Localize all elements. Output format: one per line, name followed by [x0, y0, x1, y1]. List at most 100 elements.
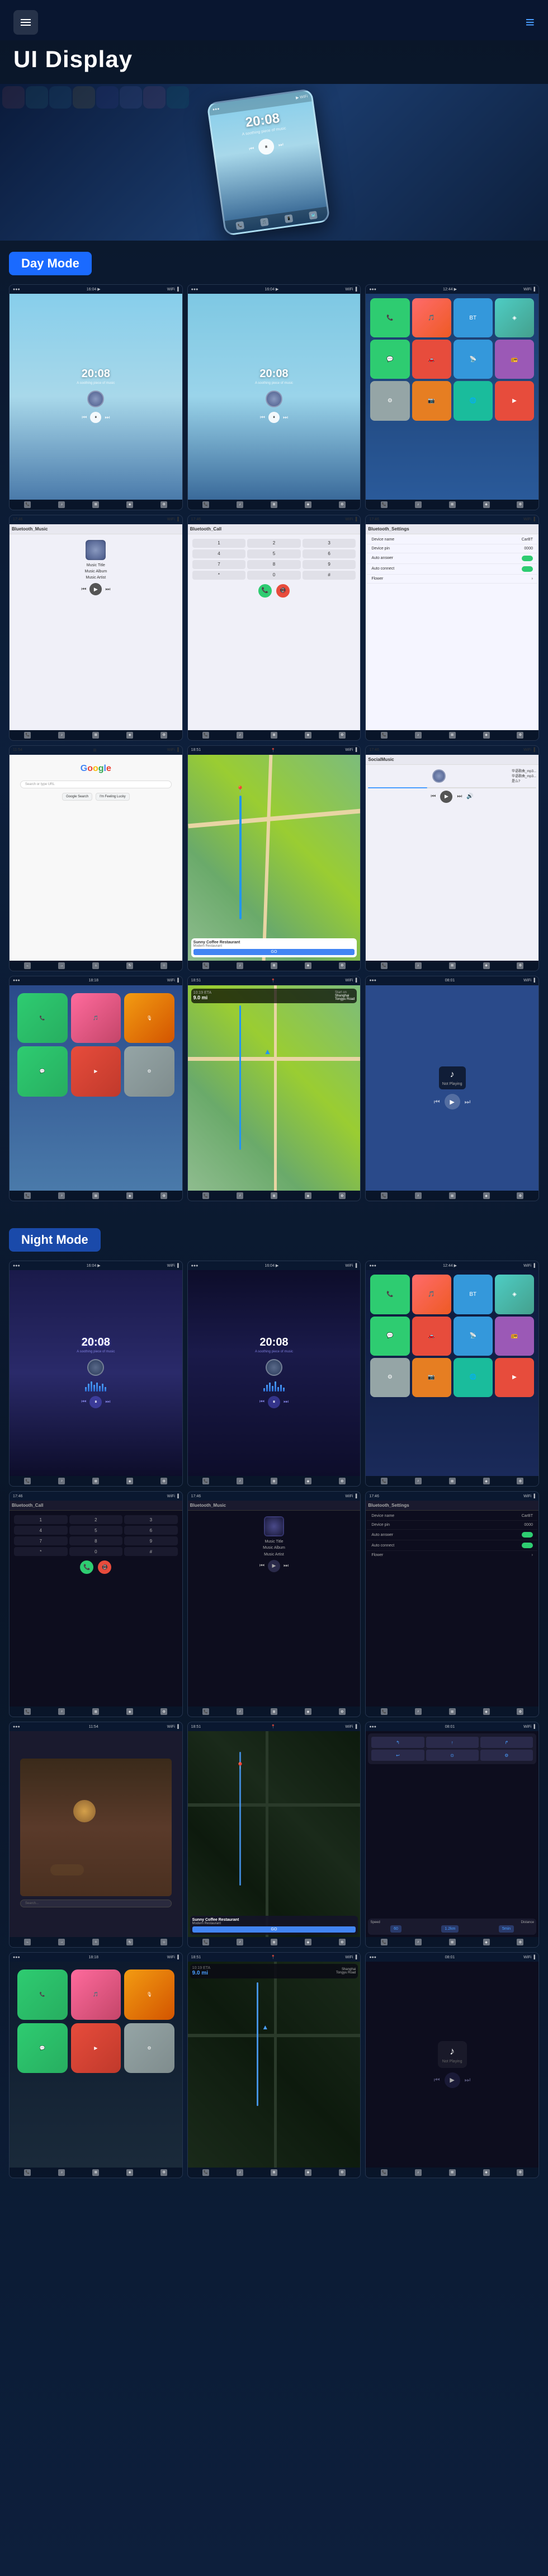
- nav-music-icon[interactable]: ♪: [58, 1192, 65, 1199]
- nav-settings-icon[interactable]: ⚙: [160, 1478, 167, 1484]
- nav-app-icon[interactable]: ⊞: [92, 732, 99, 739]
- nav-map-icon[interactable]: ◈: [305, 1192, 311, 1199]
- key-hash[interactable]: #: [124, 1547, 178, 1556]
- play-pause-btn[interactable]: ⏸: [89, 1396, 102, 1408]
- settings-nav[interactable]: ⚙: [480, 1750, 533, 1761]
- app-messages[interactable]: 💬: [370, 1317, 409, 1356]
- nav-app-icon[interactable]: ⊞: [449, 732, 456, 739]
- nav-phone-icon[interactable]: 📞: [381, 501, 388, 508]
- key-star[interactable]: *: [14, 1547, 68, 1556]
- bt-next-btn[interactable]: ⏭: [105, 586, 110, 593]
- cp-music[interactable]: 🎵: [71, 993, 121, 1043]
- app-bluetooth[interactable]: BT: [453, 298, 493, 337]
- prev-btn[interactable]: ⏮: [82, 415, 87, 421]
- nav-app-icon[interactable]: ⊞: [449, 1708, 456, 1715]
- nav-settings-icon[interactable]: ⚙: [160, 2169, 167, 2176]
- nav-music-icon[interactable]: ♪: [415, 501, 422, 508]
- nav-settings-icon[interactable]: ⚙: [339, 501, 346, 508]
- nav-settings-icon[interactable]: ⚙: [160, 732, 167, 739]
- bt-play-btn[interactable]: ▶: [268, 1560, 280, 1572]
- nav-map-icon[interactable]: ◈: [126, 1478, 133, 1484]
- nav-map-icon[interactable]: ◈: [126, 1192, 133, 1199]
- app-item12[interactable]: ▶: [495, 1358, 534, 1397]
- key-8[interactable]: 8: [247, 560, 301, 569]
- cp-podcasts[interactable]: 🎙: [124, 993, 174, 1043]
- nav-forward-icon[interactable]: →: [58, 962, 65, 969]
- go-button[interactable]: GO: [193, 949, 355, 955]
- nav-phone-icon[interactable]: 📞: [381, 732, 388, 739]
- nav-phone-icon[interactable]: 📞: [381, 1192, 388, 1199]
- nav-phone-icon[interactable]: 📞: [381, 962, 388, 969]
- app-item11[interactable]: 🌐: [453, 381, 493, 420]
- nav-settings-icon[interactable]: ⚙: [339, 1708, 346, 1715]
- app-music[interactable]: 🎵: [412, 1275, 451, 1314]
- call-btn[interactable]: 📞: [258, 584, 272, 598]
- nav-app-icon[interactable]: ⊞: [271, 732, 277, 739]
- nav-phone-icon[interactable]: 📞: [381, 1939, 388, 1945]
- nav-music-icon[interactable]: ♪: [237, 962, 243, 969]
- nav-music-icon[interactable]: ♪: [415, 1708, 422, 1715]
- nav-map-icon[interactable]: ◈: [126, 732, 133, 739]
- cp-youtube[interactable]: ▶: [71, 1046, 121, 1097]
- app-item7[interactable]: 📡: [453, 340, 493, 379]
- end-call-btn[interactable]: 📵: [276, 584, 290, 598]
- auto-connect-toggle[interactable]: [522, 566, 533, 572]
- nav-music-icon[interactable]: ♪: [58, 732, 65, 739]
- key-2[interactable]: 2: [69, 1515, 123, 1524]
- nav-forward-icon[interactable]: →: [58, 1939, 65, 1945]
- app-phone[interactable]: 📞: [370, 1275, 409, 1314]
- nav-settings-icon[interactable]: ⚙: [517, 1939, 523, 1945]
- key-hash[interactable]: #: [303, 571, 356, 580]
- search-bar-night[interactable]: Search...: [20, 1900, 172, 1907]
- nav-settings-icon[interactable]: ⚙: [339, 1478, 346, 1484]
- nav-settings-icon[interactable]: ⚙: [517, 1192, 523, 1199]
- key-9[interactable]: 9: [303, 560, 356, 569]
- play-pause-btn[interactable]: ⏸: [268, 412, 280, 423]
- nav-map-icon[interactable]: ◈: [483, 732, 490, 739]
- key-2[interactable]: 2: [247, 539, 301, 548]
- nav-app-icon[interactable]: ⊞: [449, 1192, 456, 1199]
- app-phone[interactable]: 📞: [370, 298, 409, 337]
- nav-settings-icon[interactable]: ⚙: [517, 962, 523, 969]
- nav-app-icon[interactable]: ⊞: [449, 2169, 456, 2176]
- nav-music-icon[interactable]: ♪: [237, 1478, 243, 1484]
- nav-phone-icon[interactable]: 📞: [24, 501, 31, 508]
- nav-lines-icon[interactable]: ≡: [526, 13, 535, 31]
- nav-map-icon[interactable]: ◈: [305, 732, 311, 739]
- app-item10[interactable]: 📷: [412, 1358, 451, 1397]
- nav-settings-icon[interactable]: ⚙: [517, 501, 523, 508]
- key-8[interactable]: 8: [69, 1536, 123, 1545]
- app-settings[interactable]: ⚙: [370, 381, 409, 420]
- nav-back-icon[interactable]: ←: [24, 962, 31, 969]
- nav-music-icon[interactable]: ♪: [58, 1478, 65, 1484]
- nav-music-icon[interactable]: ♪: [58, 501, 65, 508]
- app-bluetooth[interactable]: BT: [453, 1275, 493, 1314]
- nav-map-icon[interactable]: ◈: [305, 962, 311, 969]
- nav-settings-icon[interactable]: ⚙: [160, 1192, 167, 1199]
- app-item12[interactable]: ▶: [495, 381, 534, 420]
- nav-settings-icon[interactable]: ⚙: [339, 962, 346, 969]
- key-0[interactable]: 0: [69, 1547, 123, 1556]
- nav-phone-icon[interactable]: 📞: [24, 1192, 31, 1199]
- next-btn[interactable]: ⏭: [284, 1399, 289, 1405]
- cp-messages[interactable]: 💬: [17, 1046, 68, 1097]
- auto-answer-toggle-night[interactable]: [522, 1532, 533, 1538]
- key-4[interactable]: 4: [192, 549, 246, 558]
- nav-phone-icon[interactable]: 📞: [24, 2169, 31, 2176]
- nav-map-icon[interactable]: ◈: [126, 501, 133, 508]
- nav-app-icon[interactable]: ⊞: [271, 2169, 277, 2176]
- key-1[interactable]: 1: [192, 539, 246, 548]
- nav-app-icon[interactable]: ⊞: [449, 962, 456, 969]
- nav-map-icon[interactable]: ◈: [305, 1708, 311, 1715]
- ncp-settings[interactable]: ⚙: [124, 2023, 174, 2074]
- prev-btn[interactable]: ⏮: [260, 415, 265, 421]
- end-call-btn[interactable]: 📵: [98, 1560, 111, 1574]
- nav-music-icon[interactable]: ♪: [237, 501, 243, 508]
- next-btn[interactable]: ⏭: [105, 1399, 110, 1405]
- nav-home-icon[interactable]: ⌂: [92, 1939, 99, 1945]
- nav-phone-icon[interactable]: 📞: [202, 1192, 209, 1199]
- nav-settings-icon[interactable]: ⚙: [339, 732, 346, 739]
- nav-refresh-icon[interactable]: ↻: [126, 1939, 133, 1945]
- nav-app-icon[interactable]: ⊞: [92, 501, 99, 508]
- ncp-youtube[interactable]: ▶: [71, 2023, 121, 2074]
